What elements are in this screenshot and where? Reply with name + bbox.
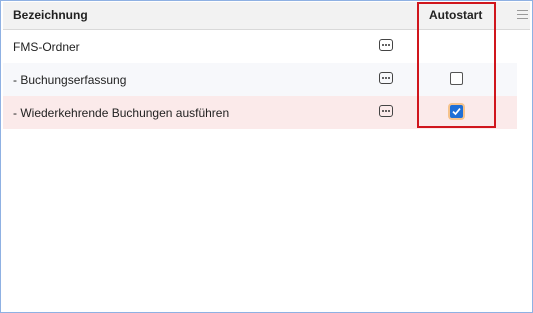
more-options-icon[interactable] [379, 39, 393, 51]
data-grid: Bezeichnung Autostart FMS-Ordner - Buchu… [3, 2, 530, 129]
column-header-bezeichnung[interactable]: Bezeichnung [13, 8, 88, 22]
row-label: - Wiederkehrende Buchungen ausführen [13, 106, 230, 120]
more-options-icon[interactable] [379, 105, 393, 117]
autostart-column-highlight [417, 2, 496, 128]
row-label: FMS-Ordner [13, 40, 80, 54]
row-label: - Buchungserfassung [13, 73, 127, 87]
more-options-icon[interactable] [379, 72, 393, 84]
column-menu-icon[interactable] [517, 10, 528, 19]
window-frame: Bezeichnung Autostart FMS-Ordner - Buchu… [0, 0, 533, 313]
